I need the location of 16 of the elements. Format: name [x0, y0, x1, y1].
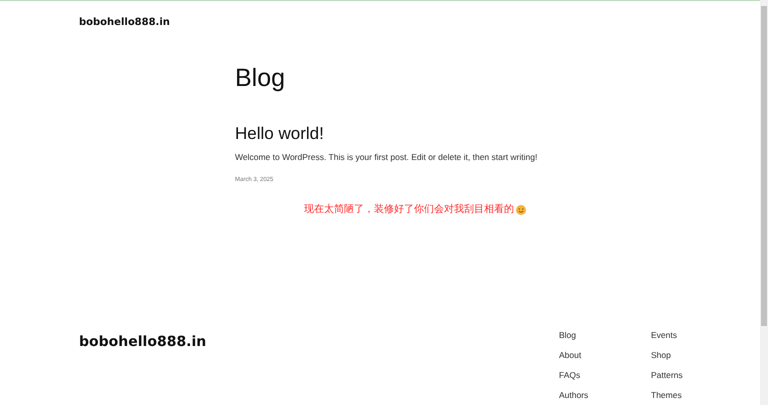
- footer-site-title[interactable]: bobohello888.in: [79, 334, 559, 352]
- footer-link[interactable]: Shop: [651, 345, 743, 365]
- footer-link[interactable]: Blog: [559, 325, 651, 345]
- smiley-icon: [516, 205, 526, 215]
- page-title: Blog: [235, 64, 286, 92]
- scrollbar[interactable]: [760, 0, 768, 405]
- footer-link[interactable]: Events: [651, 325, 743, 345]
- footer-link[interactable]: About: [559, 345, 651, 365]
- footer-link[interactable]: Authors: [559, 385, 651, 405]
- footer-link[interactable]: Themes: [651, 385, 743, 405]
- notice-text: 现在太简陋了，装修好了你们会对我刮目相看的: [304, 204, 514, 216]
- footer-link[interactable]: Patterns: [651, 365, 743, 385]
- post-title[interactable]: Hello world!: [235, 124, 324, 144]
- post-excerpt: Welcome to WordPress. This is your first post. Edit or delete it, then start writing!: [235, 152, 538, 162]
- footer-link[interactable]: FAQs: [559, 365, 651, 385]
- site-title[interactable]: bobohello888.in: [79, 17, 170, 28]
